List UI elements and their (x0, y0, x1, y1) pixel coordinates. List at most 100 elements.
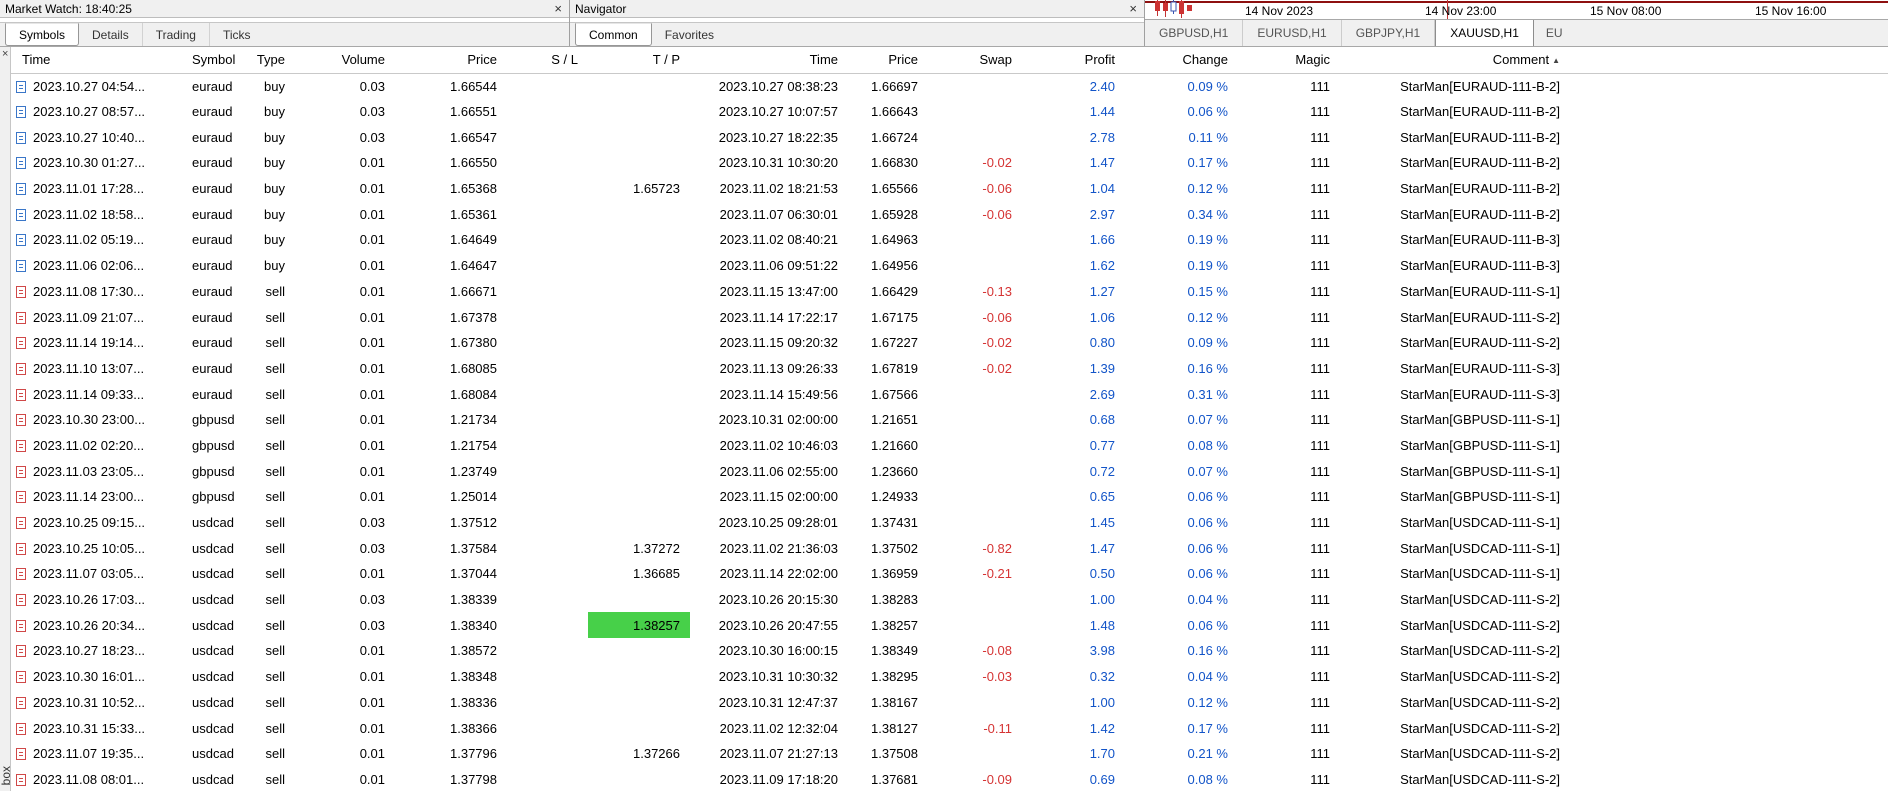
col-header-profit[interactable]: Profit (1022, 47, 1125, 74)
cell-symbol: usdcad (192, 643, 234, 659)
col-header-tp[interactable]: T / P (588, 47, 690, 74)
tab-details[interactable]: Details (79, 23, 142, 46)
table-row[interactable]: 2023.10.31 15:33... usdcad sell 0.01 1.3… (11, 715, 1888, 741)
deal-icon (16, 311, 26, 324)
cell-profit: 0.69 (1089, 771, 1115, 787)
tab-ticks[interactable]: Ticks (208, 23, 264, 46)
col-header-comment[interactable]: Comment ▲ (1340, 47, 1570, 74)
table-row[interactable]: 2023.11.02 05:19... euraud buy 0.01 1.64… (11, 227, 1888, 253)
cell-profit: 2.97 (1089, 206, 1115, 222)
table-row[interactable]: 2023.11.07 19:35... usdcad sell 0.01 1.3… (11, 741, 1888, 767)
col-header-open-time[interactable]: Time (11, 47, 192, 74)
col-header-symbol[interactable]: Symbol (192, 47, 240, 74)
cell-profit: 1.00 (1089, 592, 1115, 608)
col-header-close-time[interactable]: Time (690, 47, 848, 74)
col-header-close-price[interactable]: Price (848, 47, 928, 74)
chart-tab-eurusd[interactable]: EURUSD,H1 (1243, 20, 1342, 46)
table-row[interactable]: 2023.10.25 09:15... usdcad sell 0.03 1.3… (11, 510, 1888, 536)
table-row[interactable]: 2023.10.31 10:52... usdcad sell 0.01 1.3… (11, 690, 1888, 716)
table-row[interactable]: 2023.11.01 17:28... euraud buy 0.01 1.65… (11, 176, 1888, 202)
close-icon[interactable]: × (2, 49, 8, 60)
table-row[interactable]: 2023.10.30 16:01... usdcad sell 0.01 1.3… (11, 664, 1888, 690)
table-row[interactable]: 2023.11.14 19:14... euraud sell 0.01 1.6… (11, 330, 1888, 356)
cell-close-time: 2023.11.06 02:55:00 (719, 463, 838, 479)
table-row[interactable]: 2023.10.25 10:05... usdcad sell 0.03 1.3… (11, 535, 1888, 561)
tab-favorites[interactable]: Favorites (652, 23, 727, 46)
cell-sl (507, 458, 588, 484)
col-header-type[interactable]: Type (240, 47, 295, 74)
deal-icon (16, 388, 26, 401)
cell-close-price: 1.66724 (871, 129, 918, 145)
tab-common[interactable]: Common (575, 23, 652, 46)
close-icon[interactable]: × (554, 2, 562, 15)
col-header-open-price[interactable]: Price (395, 47, 507, 74)
table-row[interactable]: 2023.11.10 13:07... euraud sell 0.01 1.6… (11, 356, 1888, 382)
axis-label-1: 14 Nov 2023 (1245, 4, 1314, 18)
cell-swap (928, 484, 1022, 510)
cell-close-price: 1.67175 (871, 309, 918, 325)
col-header-magic[interactable]: Magic (1238, 47, 1340, 74)
table-row[interactable]: 2023.10.27 04:54... euraud buy 0.03 1.66… (11, 73, 1888, 99)
table-row[interactable]: 2023.10.26 17:03... usdcad sell 0.03 1.3… (11, 587, 1888, 613)
table-row[interactable]: 2023.10.26 20:34... usdcad sell 0.03 1.3… (11, 612, 1888, 639)
cell-open-time: 2023.10.30 16:01... (11, 664, 192, 690)
cell-magic: 111 (1310, 181, 1330, 197)
cell-volume: 0.01 (359, 746, 385, 762)
chart-tab-gbpusd[interactable]: GBPUSD,H1 (1145, 20, 1244, 46)
table-row[interactable]: 2023.11.08 17:30... euraud sell 0.01 1.6… (11, 279, 1888, 305)
tab-trading[interactable]: Trading (141, 23, 209, 46)
table-row[interactable]: 2023.11.06 02:06... euraud buy 0.01 1.64… (11, 253, 1888, 279)
cell-close-time: 2023.11.14 15:49:56 (719, 386, 838, 402)
cell-filler (1570, 767, 1888, 792)
cell-close-price: 1.37502 (871, 540, 918, 556)
cell-symbol: usdcad (192, 694, 234, 710)
cell-symbol: gbpusd (192, 437, 235, 453)
chart-tab-xauusd[interactable]: XAUUSD,H1 (1435, 20, 1534, 46)
cell-type: buy (264, 181, 285, 197)
cell-close-price: 1.67227 (871, 335, 918, 351)
table-row[interactable]: 2023.11.14 23:00... gbpusd sell 0.01 1.2… (11, 484, 1888, 510)
col-header-swap[interactable]: Swap (928, 47, 1022, 74)
cell-open-time: 2023.10.26 20:34... (11, 612, 192, 638)
col-header-volume[interactable]: Volume (295, 47, 395, 74)
table-row[interactable]: 2023.11.07 03:05... usdcad sell 0.01 1.3… (11, 561, 1888, 587)
table-row[interactable]: 2023.11.08 08:01... usdcad sell 0.01 1.3… (11, 767, 1888, 792)
cell-symbol: gbpusd (192, 412, 235, 428)
cell-magic: 111 (1310, 669, 1330, 685)
cell-profit: 1.66 (1089, 232, 1115, 248)
chart-tab-truncated[interactable]: EU (1534, 20, 1564, 46)
cell-type: sell (265, 463, 285, 479)
deal-icon (16, 157, 26, 170)
table-row[interactable]: 2023.10.30 23:00... gbpusd sell 0.01 1.2… (11, 407, 1888, 433)
cell-close-time: 2023.11.07 06:30:01 (719, 206, 838, 222)
col-header-sl[interactable]: S / L (507, 47, 588, 74)
cell-profit: 1.44 (1089, 104, 1115, 120)
cell-open-price: 1.37512 (450, 515, 497, 531)
cell-profit: 1.70 (1089, 746, 1115, 762)
table-row[interactable]: 2023.10.30 01:27... euraud buy 0.01 1.66… (11, 150, 1888, 176)
col-header-change[interactable]: Change (1125, 47, 1238, 74)
table-row[interactable]: 2023.10.27 08:57... euraud buy 0.03 1.66… (11, 99, 1888, 125)
table-row[interactable]: 2023.10.27 10:40... euraud buy 0.03 1.66… (11, 124, 1888, 150)
table-row[interactable]: 2023.11.02 18:58... euraud buy 0.01 1.65… (11, 201, 1888, 227)
table-row[interactable]: 2023.11.09 21:07... euraud sell 0.01 1.6… (11, 304, 1888, 330)
chart-price-line (1145, 1, 1888, 3)
table-row[interactable]: 2023.10.27 18:23... usdcad sell 0.01 1.3… (11, 638, 1888, 664)
tab-symbols[interactable]: Symbols (5, 23, 80, 46)
table-row[interactable]: 2023.11.02 02:20... gbpusd sell 0.01 1.2… (11, 433, 1888, 459)
close-icon[interactable]: × (1129, 2, 1137, 15)
cell-profit: 1.00 (1089, 694, 1115, 710)
cell-filler (1570, 124, 1888, 150)
cell-type: buy (264, 258, 285, 274)
table-row[interactable]: 2023.11.14 09:33... euraud sell 0.01 1.6… (11, 381, 1888, 407)
chart-tab-gbpjpy[interactable]: GBPJPY,H1 (1342, 20, 1436, 46)
cell-close-price: 1.66830 (871, 155, 918, 171)
deal-icon (16, 722, 26, 735)
deal-icon (16, 80, 26, 93)
cell-sl (507, 612, 588, 638)
cell-swap (928, 407, 1022, 433)
chart-time-axis: 14 Nov 2023 14 Nov 23:00 15 Nov 08:00 15… (1145, 0, 1888, 19)
cell-magic: 111 (1310, 617, 1330, 633)
table-row[interactable]: 2023.11.03 23:05... gbpusd sell 0.01 1.2… (11, 458, 1888, 484)
cell-tp (588, 330, 690, 356)
